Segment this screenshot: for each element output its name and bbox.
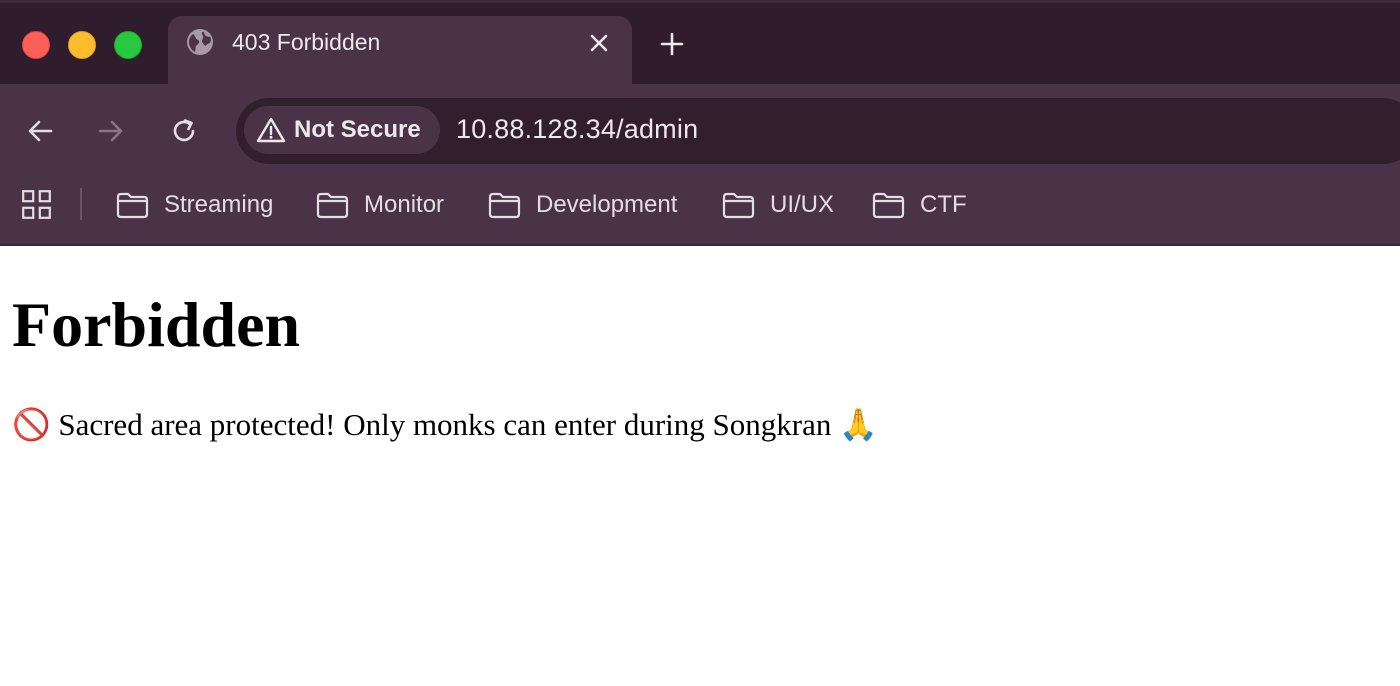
bookmark-label: UI/UX: [770, 191, 835, 218]
bookmark-development[interactable]: Development: [488, 188, 677, 222]
bookmarks-bar: Streaming Monitor Development UI/UX CTF: [0, 176, 1400, 246]
folder-icon: [872, 192, 905, 218]
folder-icon: [488, 192, 521, 218]
forward-arrow-icon[interactable]: [96, 116, 126, 146]
tab-active[interactable]: 403 Forbidden: [168, 16, 632, 88]
globe-icon: [187, 29, 213, 55]
bookmark-label: CTF: [920, 191, 967, 218]
navigation-toolbar: Not Secure 10.88.128.34/admin: [0, 84, 1400, 176]
title-bar: 403 Forbidden: [0, 0, 1400, 88]
back-arrow-icon[interactable]: [25, 116, 55, 146]
apps-grid-icon[interactable]: [22, 190, 51, 219]
reload-icon[interactable]: [169, 116, 199, 146]
window-top-edge: [0, 0, 1400, 3]
warning-triangle-icon: [256, 117, 286, 143]
bookmark-label: Streaming: [164, 191, 274, 218]
close-window-button[interactable]: [22, 31, 50, 59]
maximize-window-button[interactable]: [114, 31, 142, 59]
bookmark-ctf[interactable]: CTF: [872, 188, 967, 222]
tab-title: 403 Forbidden: [232, 29, 381, 55]
close-tab-icon[interactable]: [586, 30, 612, 56]
bookmark-ui-ux[interactable]: UI/UX: [722, 188, 834, 222]
page-content: Forbidden 🚫 Sacred area protected! Only …: [0, 246, 1400, 686]
page-message: 🚫 Sacred area protected! Only monks can …: [12, 407, 878, 442]
security-label: Not Secure: [294, 116, 421, 143]
url-text[interactable]: 10.88.128.34/admin: [456, 114, 698, 145]
page-heading: Forbidden: [12, 289, 301, 360]
folder-icon: [722, 192, 755, 218]
bookmark-monitor[interactable]: Monitor: [316, 188, 444, 222]
folder-icon: [316, 192, 349, 218]
folder-icon: [116, 192, 149, 218]
bookmark-streaming[interactable]: Streaming: [116, 188, 273, 222]
bookmark-label: Monitor: [364, 191, 445, 218]
security-indicator[interactable]: Not Secure: [244, 106, 440, 154]
new-tab-icon[interactable]: [658, 30, 686, 58]
bookmarks-divider: [80, 188, 82, 220]
minimize-window-button[interactable]: [68, 31, 96, 59]
bookmark-label: Development: [536, 191, 678, 218]
address-bar[interactable]: Not Secure 10.88.128.34/admin: [236, 98, 1400, 164]
